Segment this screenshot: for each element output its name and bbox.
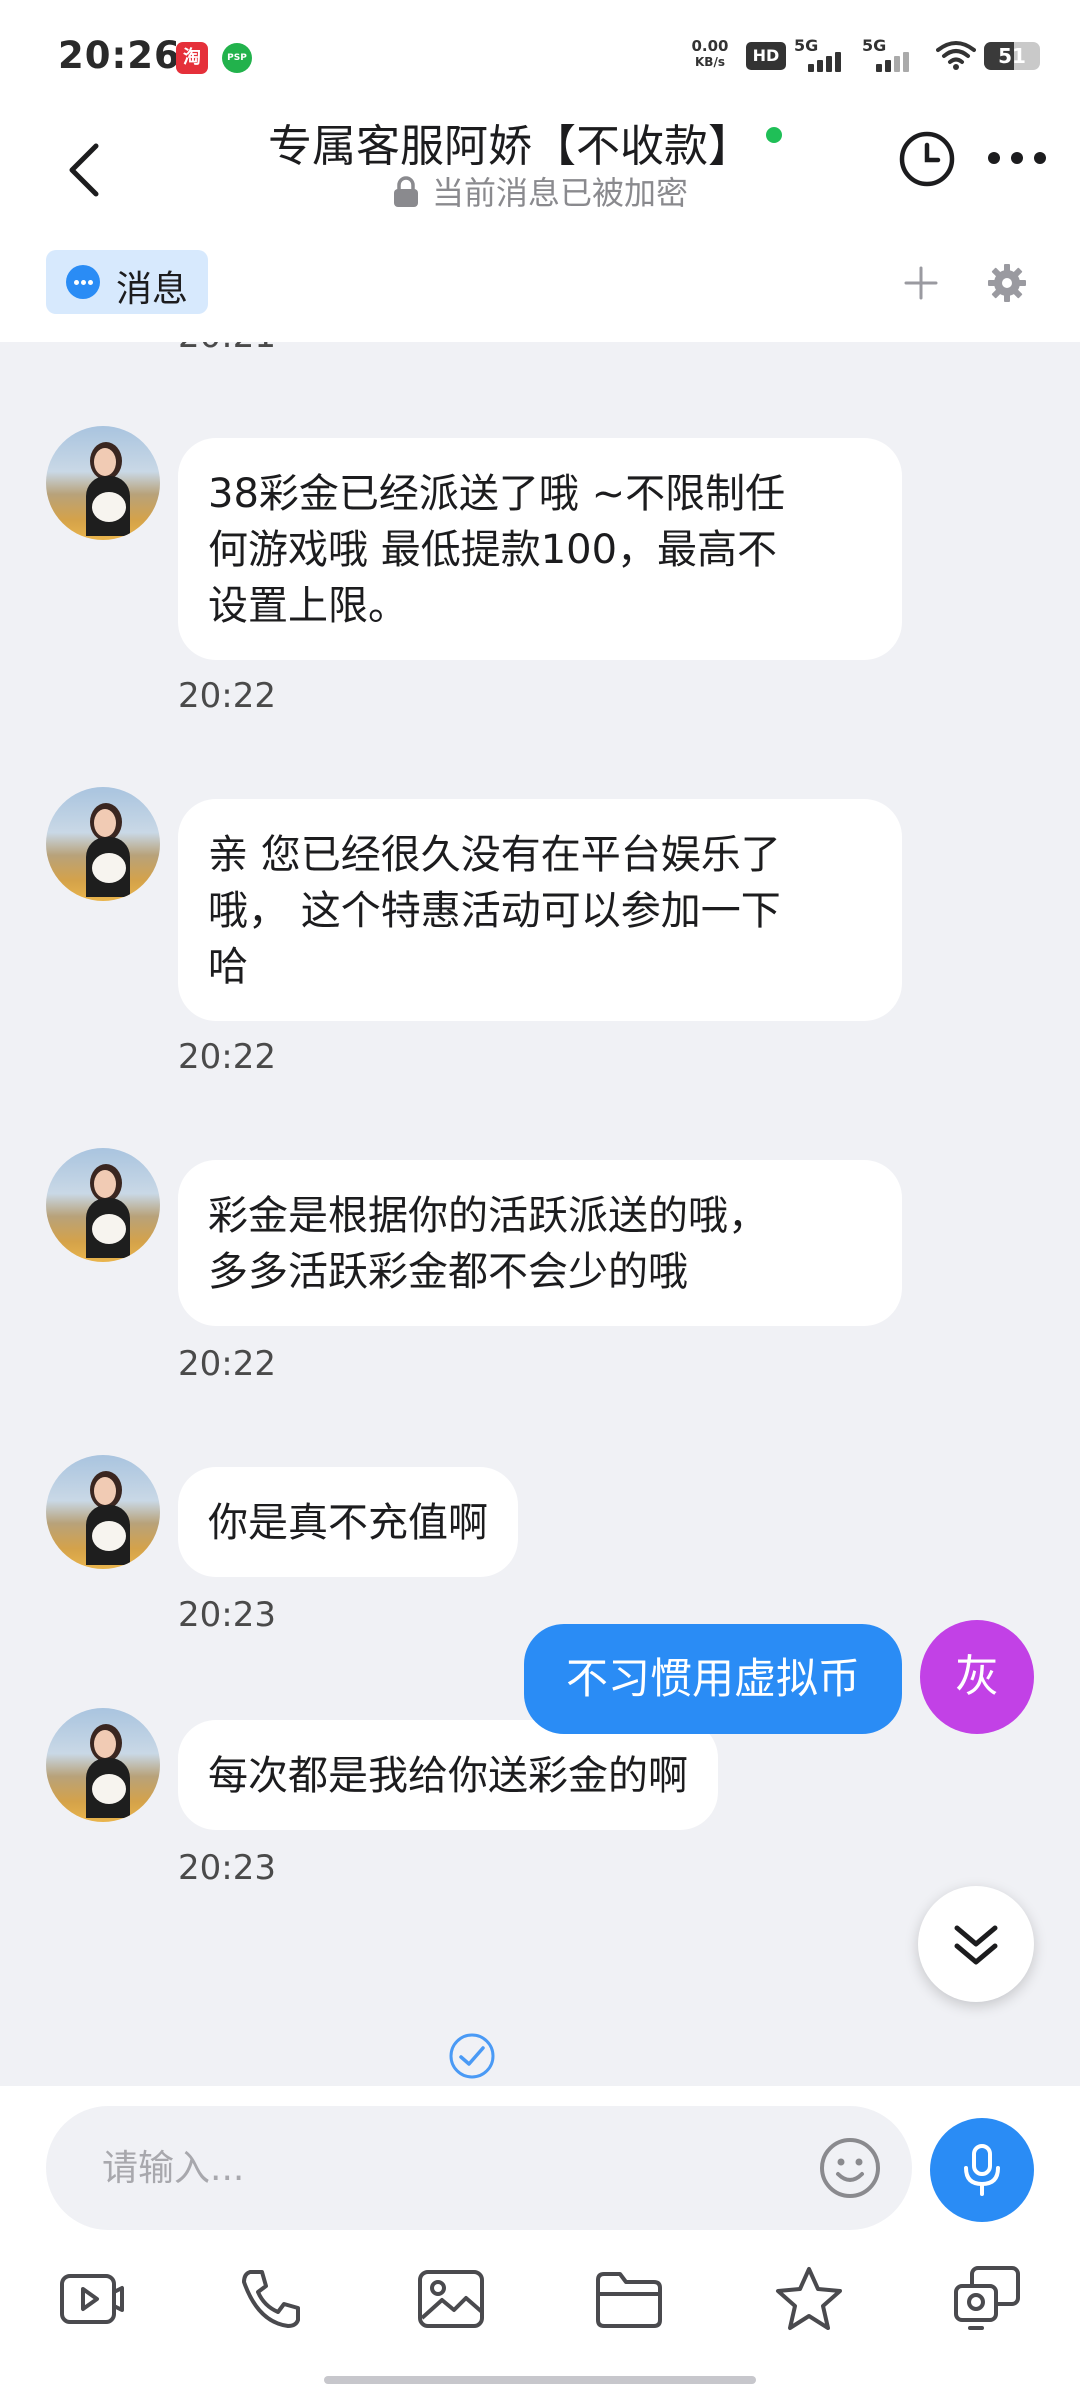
agent-avatar[interactable] bbox=[46, 787, 160, 901]
home-indicator[interactable] bbox=[324, 2376, 756, 2384]
green-app-icon: PSP bbox=[222, 43, 252, 73]
attachment-toolbar bbox=[0, 2264, 1080, 2344]
signal-icon-sim2: 5G bbox=[862, 36, 918, 76]
agent-avatar[interactable] bbox=[46, 1455, 160, 1569]
chat-header: 专属客服阿娇【不收款】 当前消息已被加密 bbox=[0, 110, 1080, 240]
online-status-dot bbox=[766, 127, 782, 143]
phone-icon[interactable] bbox=[236, 2264, 306, 2334]
taobao-icon: 淘 bbox=[176, 42, 208, 74]
message-bubble[interactable]: 你是真不充值啊 bbox=[178, 1467, 518, 1577]
net-speed: 0.00 KB/s bbox=[691, 37, 729, 69]
message-timestamp: 20:22 bbox=[178, 1344, 276, 1384]
wifi-icon bbox=[936, 41, 976, 70]
message-bubble[interactable]: 亲 您已经很久没有在平台娱乐了 哦， 这个特惠活动可以参加一下 哈 bbox=[178, 799, 902, 1021]
scroll-to-bottom-button[interactable] bbox=[918, 1886, 1034, 2002]
agent-avatar[interactable] bbox=[46, 426, 160, 540]
status-indicators: 0.00 KB/s HD 5G 5G 51 bbox=[680, 36, 1040, 76]
more-icon[interactable] bbox=[986, 148, 1048, 168]
plus-icon[interactable] bbox=[904, 266, 938, 300]
double-chevron-down-icon bbox=[954, 1925, 998, 1965]
message-bubble[interactable]: 每次都是我给你送彩金的啊 bbox=[178, 1720, 718, 1830]
battery-icon: 51 bbox=[984, 42, 1040, 70]
signal-icon-sim1: 5G bbox=[794, 36, 850, 76]
message-bubble[interactable]: 彩金是根据你的活跃派送的哦， 多多活跃彩金都不会少的哦 bbox=[178, 1160, 902, 1326]
message-bubble[interactable]: 38彩金已经派送了哦 ~不限制任 何游戏哦 最低提款100，最高不 设置上限。 bbox=[178, 438, 902, 660]
message-timestamp: 20:22 bbox=[178, 676, 276, 716]
status-bar: 20:26 淘 PSP 0.00 KB/s HD 5G 5G 51 bbox=[0, 0, 1080, 110]
message-timestamp: 20:23 bbox=[178, 1848, 276, 1888]
agent-avatar[interactable] bbox=[46, 1148, 160, 1262]
tab-messages[interactable]: 消息 bbox=[46, 250, 208, 314]
video-icon[interactable] bbox=[56, 2264, 126, 2334]
message-timestamp: 20:22 bbox=[178, 1037, 276, 1077]
read-check-icon bbox=[449, 2033, 495, 2079]
image-icon[interactable] bbox=[416, 2264, 486, 2334]
status-time: 20:26 bbox=[58, 34, 181, 77]
voice-input-button[interactable] bbox=[930, 2118, 1034, 2222]
composer bbox=[0, 2086, 1080, 2388]
gear-icon[interactable] bbox=[988, 264, 1026, 302]
user-avatar[interactable]: 灰 bbox=[920, 1620, 1034, 1734]
hd-icon: HD bbox=[746, 42, 786, 70]
folder-icon[interactable] bbox=[594, 2264, 664, 2334]
message-list[interactable]: 20:21 38彩金已经派送了哦 ~不限制任 何游戏哦 最低提款100，最高不 … bbox=[0, 342, 1080, 2086]
screen-share-icon[interactable] bbox=[952, 2264, 1022, 2334]
message-input[interactable] bbox=[102, 2142, 802, 2194]
message-timestamp: 20:23 bbox=[178, 1595, 276, 1635]
star-icon[interactable] bbox=[774, 2264, 844, 2334]
lock-icon bbox=[393, 176, 418, 207]
message-bubble-icon bbox=[66, 265, 100, 299]
emoji-icon[interactable] bbox=[818, 2136, 882, 2200]
agent-avatar[interactable] bbox=[46, 1708, 160, 1822]
history-clock-icon[interactable] bbox=[898, 130, 956, 188]
microphone-icon bbox=[964, 2144, 1000, 2196]
outgoing-message-bubble[interactable]: 不习惯用虚拟币 bbox=[524, 1624, 902, 1734]
tab-bar: 消息 bbox=[0, 240, 1080, 342]
message-input-container[interactable] bbox=[46, 2106, 912, 2230]
message-timestamp: 20:21 bbox=[178, 342, 276, 356]
